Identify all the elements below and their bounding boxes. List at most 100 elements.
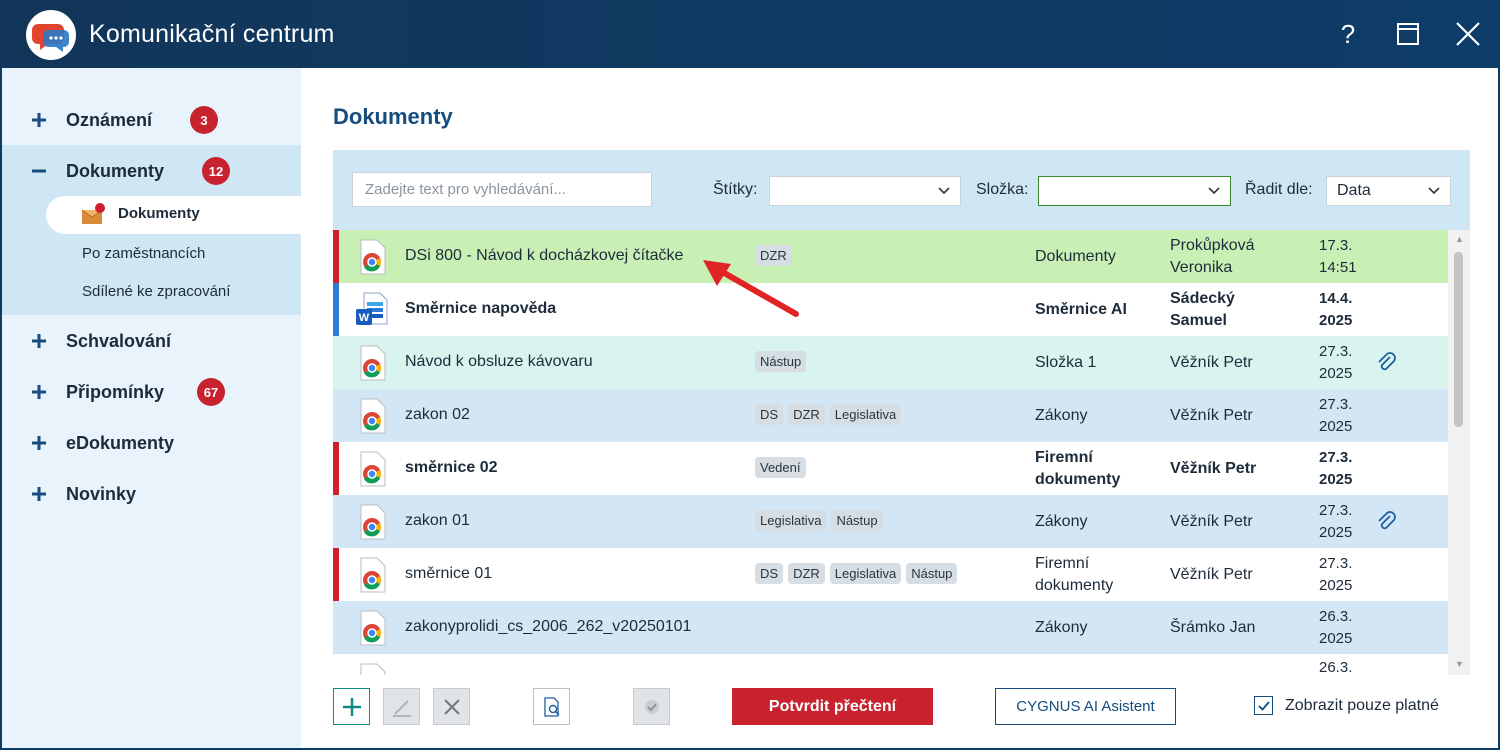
document-author: Prokůpková Veronika	[1170, 237, 1255, 276]
tag: Legislativa	[755, 510, 827, 531]
document-author: Šrámko Jan	[1170, 619, 1256, 636]
tags-filter-label: Štítky:	[713, 181, 758, 198]
plus-icon	[342, 697, 361, 716]
sidebar-subitem-po-zamestnancich[interactable]: Po zaměstnancích	[82, 245, 205, 262]
folder-select[interactable]	[1038, 176, 1231, 206]
tag: Nástup	[831, 510, 883, 531]
document-author: Věžník Petr	[1170, 354, 1253, 371]
document-author: Sádecký Samuel	[1170, 290, 1235, 329]
paperclip-icon[interactable]	[1376, 352, 1398, 374]
sidebar-item-dokumenty[interactable]: Dokumenty 12	[2, 146, 301, 196]
plus-icon	[32, 113, 46, 127]
plus-icon	[32, 334, 46, 348]
sidebar-item-oznameni[interactable]: Oznámení 3	[2, 95, 301, 145]
only-valid-label[interactable]: Zobrazit pouze platné	[1285, 697, 1439, 715]
close-button[interactable]	[1448, 14, 1488, 54]
table-row[interactable]: zakon 01 Legislativa Nástup Zákony Věžní…	[333, 495, 1448, 548]
unread-indicator	[333, 548, 339, 601]
bottom-toolbar: Potvrdit přečtení CYGNUS AI Asistent Zob…	[301, 675, 1498, 748]
document-tags: DS DZR Legislativa Nástup	[755, 563, 958, 584]
maximize-button[interactable]	[1388, 14, 1428, 54]
document-date: 27.3. 2025	[1319, 502, 1353, 541]
scrollbar-thumb[interactable]	[1454, 252, 1463, 427]
sidebar-item-pripominky[interactable]: Připomínky 67	[2, 367, 301, 417]
paperclip-icon[interactable]	[1376, 511, 1398, 533]
document-folder: Firemní dokumenty	[1035, 555, 1114, 594]
document-tags: Vedení	[755, 457, 806, 478]
x-icon	[443, 698, 460, 715]
plus-icon	[32, 436, 46, 450]
add-button[interactable]	[333, 688, 370, 725]
notification-badge: 12	[202, 157, 230, 185]
sidebar-item-label: Oznámení	[66, 109, 153, 130]
checkmark-icon	[1257, 700, 1270, 711]
tag: DZR	[788, 404, 825, 425]
document-date: 26.3. 2025	[1319, 608, 1353, 647]
sidebar-item-schvalovani[interactable]: Schvalování	[2, 316, 301, 366]
table-row[interactable]: zakonyprolidi_cs_2006_262_v20250101 Záko…	[333, 601, 1448, 654]
approve-button[interactable]	[633, 688, 670, 725]
delete-button[interactable]	[433, 688, 470, 725]
help-button[interactable]: ?	[1328, 14, 1368, 54]
chrome-document-icon	[360, 239, 386, 275]
sidebar-item-label: Schvalování	[66, 330, 172, 351]
tag: Nástup	[906, 563, 958, 584]
table-row[interactable]: 26.3.	[333, 654, 1448, 675]
scroll-up-icon[interactable]: ▲	[1455, 234, 1464, 244]
table-scrollbar[interactable]: ▲ ▼	[1448, 230, 1470, 675]
document-folder: Zákony	[1035, 619, 1088, 636]
table-row[interactable]: směrnice 01 DS DZR Legislativa Nástup Fi…	[333, 548, 1448, 601]
documents-table: DSi 800 - Návod k docházkovej čítačke DZ…	[333, 230, 1470, 675]
document-name: DSi 800 - Návod k docházkovej čítačke	[405, 247, 684, 264]
document-tags: Legislativa Nástup	[755, 510, 883, 531]
sidebar-subitem-label: Dokumenty	[118, 205, 200, 222]
edit-button[interactable]	[383, 688, 420, 725]
sidebar-subitem-sdilene[interactable]: Sdílené ke zpracování	[82, 283, 230, 300]
tags-select[interactable]	[769, 176, 961, 206]
document-author: Věžník Petr	[1170, 513, 1253, 530]
tag: DZR	[788, 563, 825, 584]
sidebar-item-label: eDokumenty	[66, 432, 175, 453]
confirm-read-button[interactable]: Potvrdit přečtení	[732, 688, 933, 725]
document-author: Věžník Petr	[1170, 407, 1253, 424]
document-folder: Dokumenty	[1035, 248, 1116, 265]
document-folder: Směrnice AI	[1035, 301, 1127, 318]
svg-text:W: W	[359, 312, 370, 324]
main-panel: Dokumenty Štítky: Složka: Řadit dle: Dat…	[301, 68, 1498, 748]
only-valid-checkbox[interactable]	[1254, 696, 1273, 715]
app-logo-icon	[26, 10, 76, 60]
scroll-down-icon[interactable]: ▼	[1455, 659, 1464, 669]
search-input[interactable]	[352, 172, 652, 207]
document-author: Věžník Petr	[1170, 566, 1253, 583]
sidebar-item-novinky[interactable]: Novinky	[2, 469, 301, 519]
table-row[interactable]: směrnice 02 Vedení Firemní dokumenty Věž…	[333, 442, 1448, 495]
filter-bar: Štítky: Složka: Řadit dle: Data	[333, 150, 1470, 230]
sidebar-item-label: Dokumenty	[66, 160, 165, 181]
sidebar-subitem-dokumenty[interactable]: Dokumenty	[46, 196, 301, 234]
document-date: 27.3. 2025	[1319, 449, 1353, 488]
document-tags: DZR	[755, 245, 792, 266]
tag: Legislativa	[829, 563, 902, 584]
unread-indicator	[333, 283, 339, 336]
pencil-icon	[392, 699, 411, 717]
table-row[interactable]: zakon 02 DS DZR Legislativa Zákony Věžní…	[333, 389, 1448, 442]
table-row[interactable]: Návod k obsluze kávovaru Nástup Složka 1…	[333, 336, 1448, 389]
document-date: 27.3. 2025	[1319, 343, 1353, 382]
chrome-document-icon	[360, 504, 386, 540]
notification-badge: 3	[190, 106, 218, 134]
tag: Legislativa	[829, 404, 902, 425]
chrome-document-icon	[360, 663, 386, 675]
tag: Nástup	[755, 351, 807, 372]
sidebar-item-edokumenty[interactable]: eDokumenty	[2, 418, 301, 468]
chevron-down-icon	[1428, 187, 1440, 195]
table-row[interactable]: W Směrnice napověda Směrnice AI Sádecký …	[333, 283, 1448, 336]
document-date: 26.3.	[1319, 659, 1353, 675]
chevron-down-icon	[1208, 187, 1220, 195]
document-folder: Zákony	[1035, 513, 1088, 530]
table-row[interactable]: DSi 800 - Návod k docházkovej čítačke DZ…	[333, 230, 1448, 283]
sort-select[interactable]: Data	[1326, 176, 1451, 206]
preview-button[interactable]	[533, 688, 570, 725]
ai-assistant-button[interactable]: CYGNUS AI Asistent	[995, 688, 1176, 725]
sidebar-item-label: Novinky	[66, 483, 137, 504]
chrome-document-icon	[360, 610, 386, 646]
